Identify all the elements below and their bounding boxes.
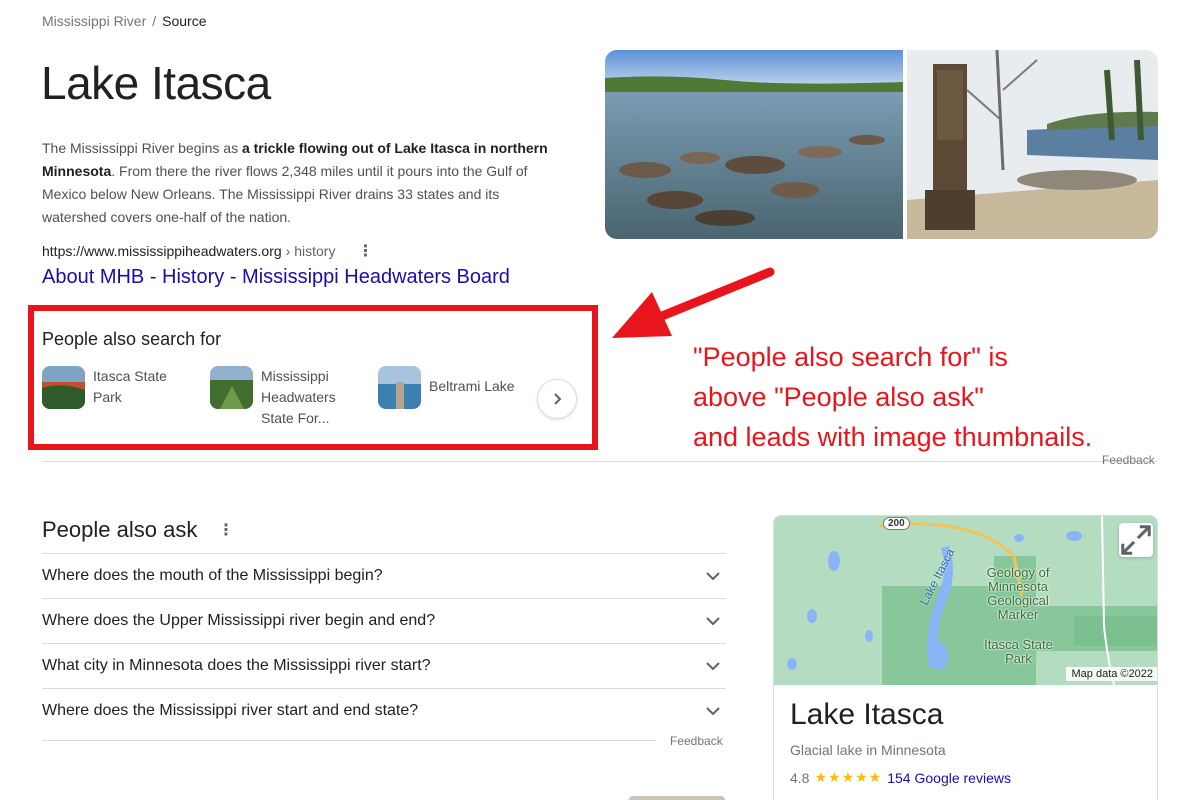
map-expand-button[interactable] bbox=[1119, 523, 1153, 557]
itasca-state-park-thumbnail bbox=[42, 366, 85, 409]
annotation-line: "People also search for" is bbox=[693, 342, 1008, 372]
star-rating-icon: ★★★★★ bbox=[814, 769, 883, 785]
chevron-right-icon bbox=[554, 393, 562, 405]
map-credit: Map data ©2022 bbox=[1065, 667, 1157, 681]
pasf-item-itasca-state-park[interactable]: Itasca State Park bbox=[42, 366, 193, 409]
more-options-icon[interactable]: ⋮ bbox=[357, 241, 373, 261]
paa-question[interactable]: What city in Minnesota does the Mississi… bbox=[42, 643, 726, 688]
breadcrumb-current: Source bbox=[162, 13, 207, 29]
headwaters-sign-photo[interactable] bbox=[907, 50, 1158, 239]
breadcrumb: Mississippi River / Source bbox=[42, 13, 206, 29]
expand-icon bbox=[1121, 525, 1151, 555]
beltrami-lake-thumbnail bbox=[378, 366, 421, 409]
map-marker-label: Geology of Minnesota Geological Marker bbox=[986, 565, 1050, 622]
featured-snippet-text: The Mississippi River begins as a trickl… bbox=[42, 137, 562, 229]
section-divider bbox=[42, 740, 656, 741]
people-also-ask-title: People also ask bbox=[42, 517, 198, 542]
feedback-link[interactable]: Feedback bbox=[1102, 453, 1155, 467]
people-also-search-title: People also search for bbox=[42, 329, 222, 349]
feedback-link[interactable]: Feedback bbox=[670, 734, 723, 748]
pasf-item-label: Itasca State Park bbox=[93, 368, 167, 405]
pasf-item-headwaters-state-forest[interactable]: Mississippi Headwaters State For... bbox=[210, 366, 361, 429]
headwaters-forest-thumbnail bbox=[210, 366, 253, 409]
pasf-item-label: Beltrami Lake bbox=[429, 378, 515, 394]
breadcrumb-parent[interactable]: Mississippi River bbox=[42, 13, 146, 29]
map-thumbnail[interactable]: 200 Lake Itasca Geology of Minnesota Geo… bbox=[774, 516, 1157, 685]
annotation-text: "People also search for" is above "Peopl… bbox=[693, 337, 1092, 457]
source-domain: https://www.mississippiheadwaters.org bbox=[42, 243, 282, 259]
more-options-icon[interactable]: ⋮ bbox=[218, 520, 234, 540]
snippet-part-1: The Mississippi River begins as bbox=[42, 140, 242, 156]
paa-question[interactable]: Where does the Upper Mississippi river b… bbox=[42, 598, 726, 643]
annotation-line: and leads with image thumbnails. bbox=[693, 422, 1093, 452]
reviews-link[interactable]: 154 Google reviews bbox=[887, 770, 1011, 786]
chevron-down-icon bbox=[706, 572, 720, 581]
annotation-line: above "People also ask" bbox=[693, 382, 984, 412]
rating-row: 4.8 ★★★★★ 154 Google reviews bbox=[790, 769, 1011, 786]
paa-question[interactable]: Where does the mouth of the Mississippi … bbox=[42, 553, 726, 598]
chevron-down-icon bbox=[706, 707, 720, 716]
knowledge-panel-subtitle: Glacial lake in Minnesota bbox=[790, 742, 946, 758]
result-link[interactable]: About MHB - History - Mississippi Headwa… bbox=[42, 266, 510, 289]
road-shield: 200 bbox=[883, 517, 910, 530]
source-cite: https://www.mississippiheadwaters.org › … bbox=[42, 241, 373, 261]
pasf-item-beltrami-lake[interactable]: Beltrami Lake bbox=[378, 366, 529, 409]
chevron-down-icon bbox=[706, 617, 720, 626]
river-rocks-photo[interactable] bbox=[605, 50, 903, 239]
section-divider bbox=[42, 461, 1158, 462]
chevron-down-icon bbox=[706, 662, 720, 671]
page-title: Lake Itasca bbox=[41, 57, 271, 109]
paa-question-text: Where does the Mississippi river start a… bbox=[42, 702, 419, 719]
rating-value: 4.8 bbox=[790, 769, 810, 786]
map-park-label: Itasca State Park bbox=[984, 637, 1053, 666]
paa-question-text: Where does the mouth of the Mississippi … bbox=[42, 567, 383, 584]
breadcrumb-separator: / bbox=[152, 13, 157, 29]
paa-question-text: Where does the Upper Mississippi river b… bbox=[42, 612, 436, 629]
paa-question[interactable]: Where does the Mississippi river start a… bbox=[42, 688, 726, 733]
snippet-part-2: . From there the river flows 2,348 miles… bbox=[42, 163, 528, 225]
partial-image bbox=[629, 796, 725, 800]
people-also-ask-list: Where does the mouth of the Mississippi … bbox=[42, 553, 726, 733]
next-button[interactable] bbox=[537, 379, 577, 419]
source-path: › history bbox=[285, 243, 336, 259]
pasf-item-label: Mississippi Headwaters State For... bbox=[261, 368, 336, 426]
paa-question-text: What city in Minnesota does the Mississi… bbox=[42, 657, 431, 674]
knowledge-panel-title: Lake Itasca bbox=[790, 698, 944, 731]
knowledge-panel: 200 Lake Itasca Geology of Minnesota Geo… bbox=[773, 515, 1158, 800]
